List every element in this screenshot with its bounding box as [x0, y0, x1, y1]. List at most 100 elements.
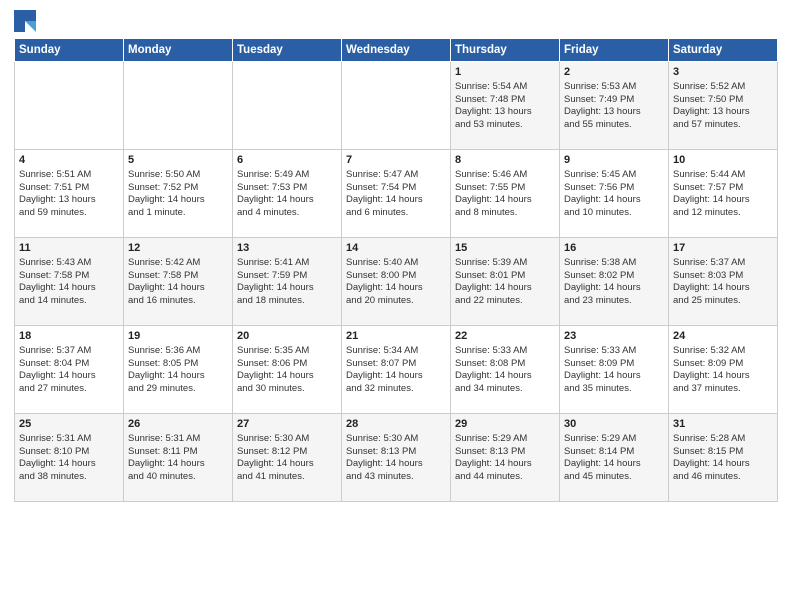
calendar-cell: 21Sunrise: 5:34 AMSunset: 8:07 PMDayligh… [342, 326, 451, 414]
calendar-cell: 23Sunrise: 5:33 AMSunset: 8:09 PMDayligh… [560, 326, 669, 414]
day-number: 4 [19, 153, 119, 168]
day-header-wednesday: Wednesday [342, 39, 451, 62]
calendar-cell: 7Sunrise: 5:47 AMSunset: 7:54 PMDaylight… [342, 150, 451, 238]
day-header-saturday: Saturday [669, 39, 778, 62]
day-info: Sunset: 8:08 PM [455, 358, 555, 371]
day-info: Sunset: 8:07 PM [346, 358, 446, 371]
day-info: Sunset: 7:50 PM [673, 94, 773, 107]
calendar-cell: 9Sunrise: 5:45 AMSunset: 7:56 PMDaylight… [560, 150, 669, 238]
day-info: Sunrise: 5:30 AM [346, 433, 446, 446]
day-info: Sunrise: 5:29 AM [564, 433, 664, 446]
day-number: 2 [564, 65, 664, 80]
day-info: Daylight: 14 hours [128, 282, 228, 295]
calendar-cell: 28Sunrise: 5:30 AMSunset: 8:13 PMDayligh… [342, 414, 451, 502]
week-row-2: 4Sunrise: 5:51 AMSunset: 7:51 PMDaylight… [15, 150, 778, 238]
calendar-cell: 19Sunrise: 5:36 AMSunset: 8:05 PMDayligh… [124, 326, 233, 414]
calendar-cell: 5Sunrise: 5:50 AMSunset: 7:52 PMDaylight… [124, 150, 233, 238]
day-info: Sunset: 7:57 PM [673, 182, 773, 195]
day-info: Sunrise: 5:46 AM [455, 169, 555, 182]
calendar-cell: 30Sunrise: 5:29 AMSunset: 8:14 PMDayligh… [560, 414, 669, 502]
day-info: and 20 minutes. [346, 295, 446, 308]
day-info: Daylight: 14 hours [455, 194, 555, 207]
day-number: 3 [673, 65, 773, 80]
day-info: and 59 minutes. [19, 207, 119, 220]
day-info: and 37 minutes. [673, 383, 773, 396]
calendar-cell: 6Sunrise: 5:49 AMSunset: 7:53 PMDaylight… [233, 150, 342, 238]
day-info: Sunset: 8:11 PM [128, 446, 228, 459]
day-info: Sunset: 8:12 PM [237, 446, 337, 459]
day-number: 19 [128, 329, 228, 344]
day-number: 8 [455, 153, 555, 168]
day-header-tuesday: Tuesday [233, 39, 342, 62]
day-info: and 29 minutes. [128, 383, 228, 396]
main-container: SundayMondayTuesdayWednesdayThursdayFrid… [0, 0, 792, 510]
calendar-cell: 18Sunrise: 5:37 AMSunset: 8:04 PMDayligh… [15, 326, 124, 414]
day-info: Sunset: 8:06 PM [237, 358, 337, 371]
calendar-cell: 14Sunrise: 5:40 AMSunset: 8:00 PMDayligh… [342, 238, 451, 326]
day-header-friday: Friday [560, 39, 669, 62]
day-info: Sunset: 8:04 PM [19, 358, 119, 371]
day-number: 26 [128, 417, 228, 432]
day-info: Sunrise: 5:34 AM [346, 345, 446, 358]
day-info: Sunset: 7:52 PM [128, 182, 228, 195]
day-number: 12 [128, 241, 228, 256]
day-info: and 34 minutes. [455, 383, 555, 396]
day-info: Sunrise: 5:49 AM [237, 169, 337, 182]
day-number: 16 [564, 241, 664, 256]
calendar-cell [15, 62, 124, 150]
day-info: Daylight: 14 hours [564, 282, 664, 295]
day-info: Daylight: 14 hours [237, 458, 337, 471]
day-info: Daylight: 14 hours [673, 282, 773, 295]
day-info: Sunset: 8:10 PM [19, 446, 119, 459]
day-info: Sunset: 7:53 PM [237, 182, 337, 195]
day-info: Sunset: 7:55 PM [455, 182, 555, 195]
calendar-cell: 31Sunrise: 5:28 AMSunset: 8:15 PMDayligh… [669, 414, 778, 502]
day-info: Daylight: 14 hours [564, 194, 664, 207]
day-info: Sunset: 7:48 PM [455, 94, 555, 107]
calendar-cell: 29Sunrise: 5:29 AMSunset: 8:13 PMDayligh… [451, 414, 560, 502]
day-number: 20 [237, 329, 337, 344]
day-info: and 35 minutes. [564, 383, 664, 396]
day-info: Sunrise: 5:50 AM [128, 169, 228, 182]
logo-icon [14, 10, 36, 32]
day-info: Sunset: 8:02 PM [564, 270, 664, 283]
day-info: Daylight: 13 hours [564, 106, 664, 119]
header-row: SundayMondayTuesdayWednesdayThursdayFrid… [15, 39, 778, 62]
day-info: Sunset: 7:49 PM [564, 94, 664, 107]
day-number: 21 [346, 329, 446, 344]
day-number: 14 [346, 241, 446, 256]
day-info: Sunset: 8:13 PM [455, 446, 555, 459]
day-header-sunday: Sunday [15, 39, 124, 62]
calendar-cell: 27Sunrise: 5:30 AMSunset: 8:12 PMDayligh… [233, 414, 342, 502]
day-number: 29 [455, 417, 555, 432]
day-info: Daylight: 14 hours [455, 282, 555, 295]
day-number: 5 [128, 153, 228, 168]
day-info: Daylight: 14 hours [128, 370, 228, 383]
day-info: and 43 minutes. [346, 471, 446, 484]
day-number: 23 [564, 329, 664, 344]
day-info: and 40 minutes. [128, 471, 228, 484]
calendar-cell [342, 62, 451, 150]
calendar-cell: 15Sunrise: 5:39 AMSunset: 8:01 PMDayligh… [451, 238, 560, 326]
day-number: 25 [19, 417, 119, 432]
day-info: Daylight: 14 hours [19, 282, 119, 295]
calendar-cell: 8Sunrise: 5:46 AMSunset: 7:55 PMDaylight… [451, 150, 560, 238]
day-info: Sunset: 8:13 PM [346, 446, 446, 459]
day-info: Daylight: 14 hours [237, 370, 337, 383]
day-info: Sunrise: 5:54 AM [455, 81, 555, 94]
day-info: Sunrise: 5:36 AM [128, 345, 228, 358]
day-info: Sunrise: 5:42 AM [128, 257, 228, 270]
calendar-cell: 13Sunrise: 5:41 AMSunset: 7:59 PMDayligh… [233, 238, 342, 326]
calendar-cell: 17Sunrise: 5:37 AMSunset: 8:03 PMDayligh… [669, 238, 778, 326]
day-info: Daylight: 14 hours [237, 282, 337, 295]
day-info: Sunrise: 5:38 AM [564, 257, 664, 270]
day-info: Sunset: 8:01 PM [455, 270, 555, 283]
calendar-table: SundayMondayTuesdayWednesdayThursdayFrid… [14, 38, 778, 502]
header [14, 10, 778, 32]
calendar-cell: 3Sunrise: 5:52 AMSunset: 7:50 PMDaylight… [669, 62, 778, 150]
calendar-cell: 10Sunrise: 5:44 AMSunset: 7:57 PMDayligh… [669, 150, 778, 238]
day-header-thursday: Thursday [451, 39, 560, 62]
day-info: and 10 minutes. [564, 207, 664, 220]
day-info: Daylight: 14 hours [673, 370, 773, 383]
day-info: Sunset: 8:00 PM [346, 270, 446, 283]
